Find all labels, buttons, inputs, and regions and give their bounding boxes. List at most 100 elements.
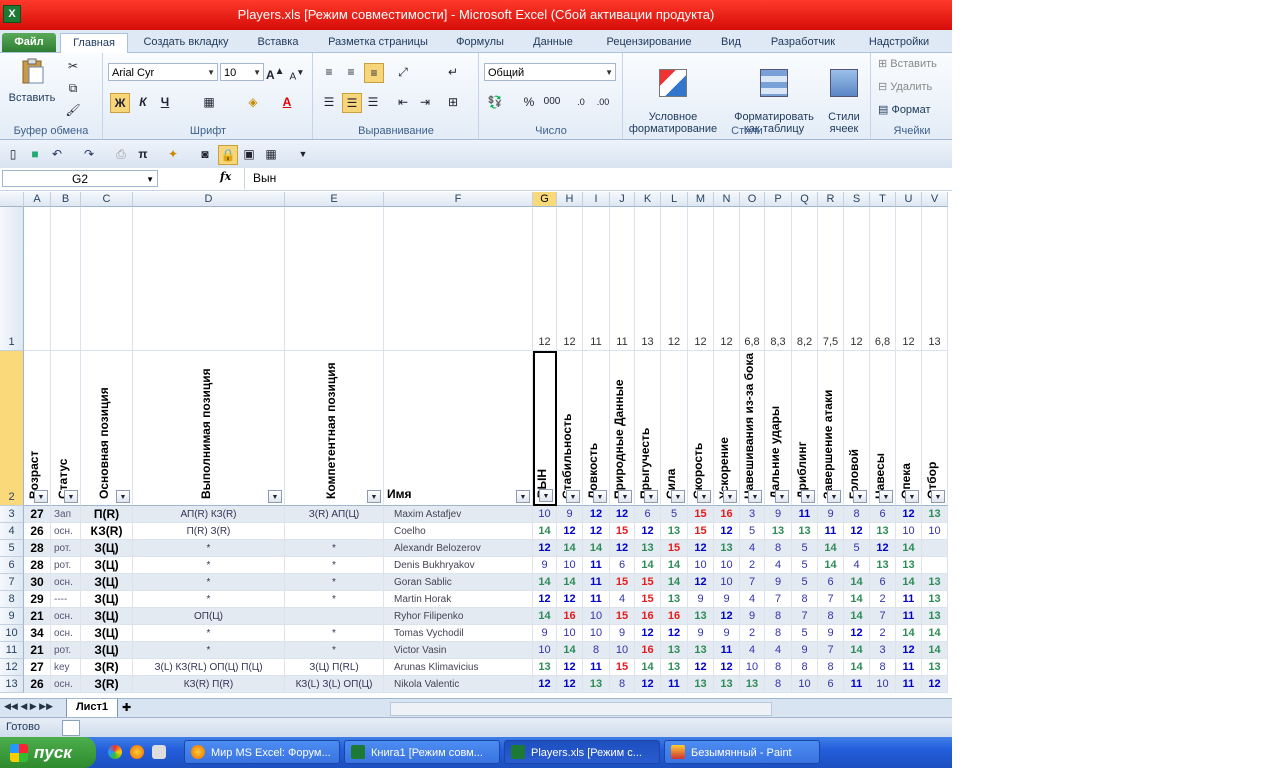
- print-icon[interactable]: ⎙: [112, 145, 130, 163]
- cell-stat[interactable]: 11: [714, 642, 740, 659]
- header-cell-u[interactable]: Опека ▼: [896, 351, 922, 506]
- cell-stat[interactable]: 11: [818, 523, 844, 540]
- cell-stat[interactable]: 13: [635, 540, 661, 557]
- cell[interactable]: 8,2: [792, 207, 818, 351]
- cell-stat[interactable]: 2: [870, 591, 896, 608]
- cell-stat[interactable]: 9: [714, 591, 740, 608]
- cell-status[interactable]: осн.: [51, 523, 81, 540]
- customize-qat-icon[interactable]: ▼: [294, 145, 312, 163]
- cell-stat[interactable]: 14: [818, 540, 844, 557]
- merge-cells-icon[interactable]: ⊞: [444, 93, 462, 111]
- cell-stat[interactable]: 12: [688, 574, 714, 591]
- cell-stat[interactable]: 11: [583, 659, 610, 676]
- row-header-3[interactable]: 3: [0, 506, 24, 523]
- cell-stat[interactable]: 8: [818, 608, 844, 625]
- filter-dropdown-icon[interactable]: ▼: [697, 490, 711, 503]
- cell-name[interactable]: Goran Sablic: [384, 574, 533, 591]
- cell-stat[interactable]: 12: [844, 523, 870, 540]
- filter-dropdown-icon[interactable]: ▼: [566, 490, 580, 503]
- cell-stat[interactable]: 12: [557, 523, 583, 540]
- cell-stat[interactable]: 10: [583, 625, 610, 642]
- row-header-7[interactable]: 7: [0, 574, 24, 591]
- insert-cells-button[interactable]: ⊞ Вставить: [878, 57, 937, 70]
- cell-stat[interactable]: 13: [661, 591, 688, 608]
- cell-comp[interactable]: *: [285, 642, 384, 659]
- header-cell-g[interactable]: ВЫН ▼: [533, 351, 557, 506]
- sheet-tab-list1[interactable]: Лист1: [66, 699, 118, 718]
- cell-stat[interactable]: 12: [896, 642, 922, 659]
- cell-stat[interactable]: 8: [792, 591, 818, 608]
- header-cell-r[interactable]: Завершение атаки ▼: [818, 351, 844, 506]
- cell-main[interactable]: З(Ц): [81, 574, 133, 591]
- cell-stat[interactable]: 13: [661, 523, 688, 540]
- cell-stat[interactable]: 5: [740, 523, 765, 540]
- cell-stat[interactable]: 12: [635, 523, 661, 540]
- cell-stat[interactable]: 14: [922, 642, 948, 659]
- cell-stat[interactable]: 8: [844, 506, 870, 523]
- cell-main[interactable]: З(Ц): [81, 540, 133, 557]
- cell-stat[interactable]: 16: [661, 608, 688, 625]
- column-header-s[interactable]: S: [844, 192, 870, 207]
- cell-able[interactable]: ОП(Ц): [133, 608, 285, 625]
- macro-record-icon[interactable]: [62, 720, 80, 736]
- cut-icon[interactable]: ✂: [64, 57, 82, 75]
- underline-button[interactable]: Ч: [156, 93, 174, 111]
- filter-dropdown-icon[interactable]: ▼: [671, 490, 685, 503]
- cell-name[interactable]: Victor Vasin: [384, 642, 533, 659]
- form-icon[interactable]: ▣: [240, 145, 258, 163]
- cell[interactable]: [133, 207, 285, 351]
- column-header-h[interactable]: H: [557, 192, 583, 207]
- column-header-n[interactable]: N: [714, 192, 740, 207]
- cell-stat[interactable]: 15: [635, 591, 661, 608]
- delete-cells-button[interactable]: ⊟ Удалить: [878, 80, 932, 93]
- cell-main[interactable]: П(R): [81, 506, 133, 523]
- cell-comp[interactable]: *: [285, 574, 384, 591]
- cell-stat[interactable]: 6: [870, 574, 896, 591]
- cell-stat[interactable]: 15: [661, 540, 688, 557]
- paste-button[interactable]: Вставить: [4, 57, 60, 109]
- taskbar-button-forum[interactable]: Мир MS Excel: Форум...: [184, 740, 340, 764]
- filter-dropdown-icon[interactable]: ▼: [801, 490, 815, 503]
- font-size-combo[interactable]: 10 ▼: [220, 63, 264, 81]
- cell-name[interactable]: Martin Horak: [384, 591, 533, 608]
- cell-name[interactable]: Ryhor Filipenko: [384, 608, 533, 625]
- cell-stat[interactable]: 12: [714, 608, 740, 625]
- column-header-e[interactable]: E: [285, 192, 384, 207]
- header-cell-l[interactable]: Сила ▼: [661, 351, 688, 506]
- cell-stat[interactable]: 9: [533, 625, 557, 642]
- column-header-q[interactable]: Q: [792, 192, 818, 207]
- cell-age[interactable]: 21: [24, 608, 51, 625]
- cell-stat[interactable]: 12: [557, 676, 583, 693]
- italic-button[interactable]: К: [134, 93, 152, 111]
- cell[interactable]: 11: [610, 207, 635, 351]
- cell-stat[interactable]: 8: [610, 676, 635, 693]
- cell-stat[interactable]: 8: [792, 659, 818, 676]
- cell-stat[interactable]: 13: [870, 523, 896, 540]
- grow-font-icon[interactable]: A▲: [266, 63, 285, 82]
- cell-stat[interactable]: 11: [792, 506, 818, 523]
- cell[interactable]: 6,8: [870, 207, 896, 351]
- cell-stat[interactable]: 9: [765, 574, 792, 591]
- column-header-o[interactable]: O: [740, 192, 765, 207]
- filter-dropdown-icon[interactable]: ▼: [516, 490, 530, 503]
- filter-dropdown-icon[interactable]: ▼: [748, 490, 762, 503]
- cell-age[interactable]: 27: [24, 659, 51, 676]
- cell-stat[interactable]: 13: [922, 591, 948, 608]
- cell-stat[interactable]: 5: [792, 540, 818, 557]
- cell-stat[interactable]: 4: [610, 591, 635, 608]
- cell-stat[interactable]: 16: [557, 608, 583, 625]
- cell-stat[interactable]: 13: [583, 676, 610, 693]
- row-header-2[interactable]: 2: [0, 351, 24, 506]
- cell-status[interactable]: осн.: [51, 676, 81, 693]
- align-middle-icon[interactable]: ≡: [342, 63, 360, 81]
- cell-stat[interactable]: 9: [740, 608, 765, 625]
- select-all-corner[interactable]: [0, 192, 24, 207]
- header-cell-b[interactable]: Статус ▼: [51, 351, 81, 506]
- format-painter-icon[interactable]: 🖌: [64, 101, 82, 119]
- cell-status[interactable]: осн.: [51, 625, 81, 642]
- cell-stat[interactable]: 8: [870, 659, 896, 676]
- cell-stat[interactable]: 9: [557, 506, 583, 523]
- increase-indent-icon[interactable]: ⇥: [416, 93, 434, 111]
- cell-stat[interactable]: 13: [688, 676, 714, 693]
- column-header-i[interactable]: I: [583, 192, 610, 207]
